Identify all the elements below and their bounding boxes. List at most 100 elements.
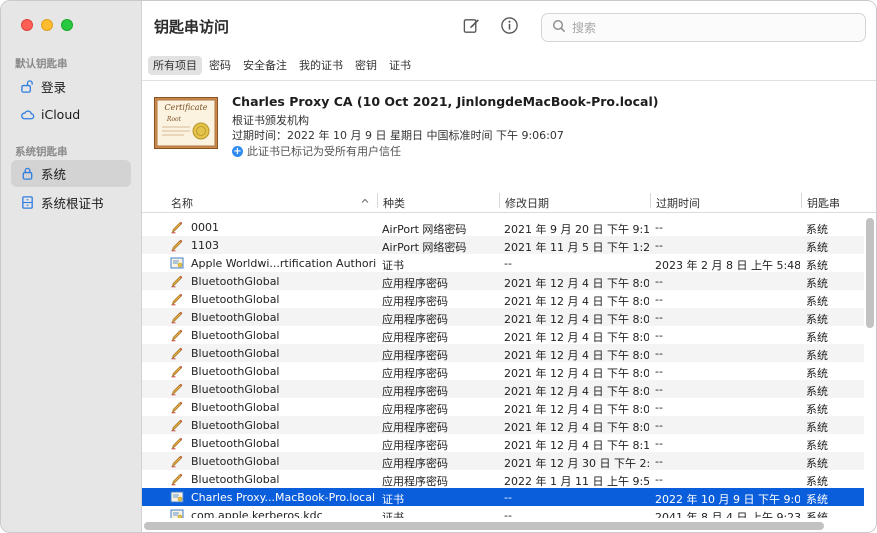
table-row[interactable]: BluetoothGlobal 应用程序密码 2021 年 12 月 4 日 下午 … [142,344,864,362]
sidebar-item-label: iCloud [41,107,81,122]
tab-all-items[interactable]: 所有项目 [148,56,202,75]
table-row[interactable]: BluetoothGlobal 应用程序密码 2021 年 12 月 4 日 下午 … [142,308,864,326]
zoom-button[interactable] [61,19,73,31]
tab-passwords[interactable]: 密码 [204,56,236,75]
cell-kind: 应用程序密码 [382,349,448,362]
column-header-name[interactable]: 名称 [171,195,193,211]
cell-name: Apple Worldwi...rtification Authority [191,257,376,270]
sidebar-item-label: 系统 [41,167,67,182]
chevron-up-icon[interactable] [360,196,370,206]
password-icon [170,364,184,378]
sidebar-item-label: 系统根证书 [41,196,104,211]
cell-expires: -- [655,311,663,324]
new-item-button[interactable] [461,17,481,37]
trust-text: 此证书已标记为受所有用户信任 [247,145,401,158]
tab-my-certificates[interactable]: 我的证书 [294,56,348,75]
cell-keychain: 系统 [806,439,828,452]
cell-kind: 证书 [382,511,404,518]
table-row[interactable]: BluetoothGlobal 应用程序密码 2021 年 12 月 4 日 下午 … [142,290,864,308]
password-icon [170,310,184,324]
cell-expires: -- [655,275,663,288]
cell-modified: 2021 年 12 月 4 日 下午 8:02... [504,349,649,362]
table-row[interactable]: 0001 AirPort 网络密码 2021 年 9 月 20 日 下午 9:19.… [142,218,864,236]
cell-expires: -- [655,383,663,396]
cell-modified: -- [504,257,512,270]
table-row[interactable]: com.apple.kerberos.kdc 证书 -- 2041 年 8 月 4 日… [142,506,864,518]
cell-keychain: 系统 [806,241,828,254]
column-header-expires[interactable]: 过期时间 [656,195,700,211]
plus-circle-icon: + [232,145,243,157]
close-button[interactable] [21,19,33,31]
cell-name: 1103 [191,239,219,252]
password-icon [170,454,184,468]
tab-secure-notes[interactable]: 安全备注 [238,56,292,75]
cell-name: BluetoothGlobal [191,293,280,306]
cell-kind: 应用程序密码 [382,475,448,488]
table-row[interactable]: BluetoothGlobal 应用程序密码 2021 年 12 月 4 日 下午 … [142,272,864,290]
password-icon [170,418,184,432]
cell-name: BluetoothGlobal [191,455,280,468]
cell-kind: 应用程序密码 [382,331,448,344]
column-header-modified[interactable]: 修改日期 [505,195,549,211]
cell-kind: 应用程序密码 [382,295,448,308]
table-row[interactable]: BluetoothGlobal 应用程序密码 2021 年 12 月 4 日 下午 … [142,380,864,398]
table-row[interactable]: Charles Proxy...MacBook-Pro.local) 证书 -- 20… [142,488,864,506]
cell-modified: 2021 年 12 月 4 日 下午 8:02... [504,385,649,398]
info-button[interactable] [499,17,519,37]
password-icon [170,220,184,234]
cell-keychain: 系统 [806,457,828,470]
table-row[interactable]: BluetoothGlobal 应用程序密码 2021 年 12 月 4 日 下午 … [142,398,864,416]
table-row[interactable]: BluetoothGlobal 应用程序密码 2022 年 1 月 11 日 上午 … [142,470,864,488]
cell-modified: 2021 年 11 月 5 日 下午 1:26:... [504,241,649,254]
cell-name: BluetoothGlobal [191,329,280,342]
search-input[interactable] [572,20,852,35]
certificate-icon [170,490,184,504]
sidebar-section-system: 系统钥匙串 [15,146,68,158]
column-divider[interactable] [650,193,651,208]
cell-expires: -- [655,221,663,234]
sidebar-item-label: 登录 [41,80,67,95]
cell-name: BluetoothGlobal [191,437,280,450]
table-row[interactable]: BluetoothGlobal 应用程序密码 2021 年 12 月 4 日 下午 … [142,362,864,380]
column-header-kind[interactable]: 种类 [383,195,405,211]
table-row[interactable]: 1103 AirPort 网络密码 2021 年 11 月 5 日 下午 1:26:… [142,236,864,254]
column-divider[interactable] [377,193,378,208]
sidebar-item-system-roots[interactable]: 系统根证书 [11,189,131,216]
detail-name: Charles Proxy CA (10 Oct 2021, Jinlongde… [232,94,659,109]
column-divider[interactable] [801,193,802,208]
tab-keys[interactable]: 密钥 [350,56,382,75]
search-field[interactable] [541,13,866,42]
tab-certificates[interactable]: 证书 [384,56,416,75]
cell-name: BluetoothGlobal [191,311,280,324]
table-row[interactable]: Apple Worldwi...rtification Authority 证书 -… [142,254,864,272]
cell-name: 0001 [191,221,219,234]
cell-kind: 应用程序密码 [382,313,448,326]
column-header-keychain[interactable]: 钥匙串 [807,195,840,211]
cell-modified: 2021 年 12 月 4 日 下午 8:02... [504,313,649,326]
search-icon [552,19,572,36]
cell-kind: 应用程序密码 [382,277,448,290]
table-row[interactable]: BluetoothGlobal 应用程序密码 2021 年 12 月 30 日 下午… [142,452,864,470]
minimize-button[interactable] [41,19,53,31]
sidebar-item-login[interactable]: 登录 [11,73,131,100]
vertical-scrollbar[interactable] [866,218,874,328]
cell-expires: -- [655,473,663,486]
cell-expires: -- [655,239,663,252]
cell-kind: AirPort 网络密码 [382,241,467,254]
cell-name: BluetoothGlobal [191,401,280,414]
table-row[interactable]: BluetoothGlobal 应用程序密码 2021 年 12 月 4 日 下午 … [142,434,864,452]
table-row[interactable]: BluetoothGlobal 应用程序密码 2021 年 12 月 4 日 下午 … [142,416,864,434]
certificate-icon: Certificate Root [154,97,218,149]
cell-keychain: 系统 [806,349,828,362]
sidebar-item-system[interactable]: 系统 [11,160,131,187]
horizontal-scrollbar[interactable] [144,522,824,530]
cloud-icon [19,107,35,123]
column-divider[interactable] [499,193,500,208]
table-row[interactable]: BluetoothGlobal 应用程序密码 2021 年 12 月 4 日 下午 … [142,326,864,344]
items-table: 0001 AirPort 网络密码 2021 年 9 月 20 日 下午 9:19.… [142,218,876,518]
cell-name: com.apple.kerberos.kdc [191,509,323,518]
password-icon [170,292,184,306]
cell-modified: 2021 年 12 月 30 日 下午 2:5... [504,457,649,470]
sidebar-item-icloud[interactable]: iCloud [11,101,131,128]
cell-expires: -- [655,401,663,414]
